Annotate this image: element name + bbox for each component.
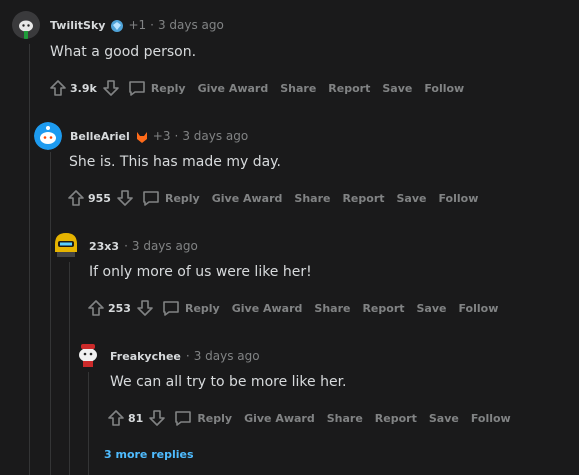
reply-button[interactable]: Reply (151, 82, 186, 95)
avatar[interactable] (12, 11, 40, 39)
award-count[interactable]: +1 (128, 18, 146, 32)
comment-text: She is. This has made my day. (69, 154, 281, 170)
save-button[interactable]: Save (429, 412, 459, 425)
follow-button[interactable]: Follow (458, 302, 498, 315)
thread-line[interactable] (69, 262, 70, 475)
timestamp[interactable]: 3 days ago (132, 239, 198, 253)
comment-text: What a good person. (50, 44, 197, 60)
timestamp[interactable]: 3 days ago (182, 129, 248, 143)
reply-button[interactable]: Reply (185, 302, 220, 315)
upvote-icon[interactable] (66, 188, 86, 208)
timestamp[interactable]: 3 days ago (158, 18, 224, 32)
thread-line[interactable] (50, 152, 51, 475)
share-button[interactable]: Share (280, 82, 316, 95)
follow-button[interactable]: Follow (424, 82, 464, 95)
upvote-icon[interactable] (48, 78, 68, 98)
give-award-button[interactable]: Give Award (212, 192, 283, 205)
helmet-avatar-icon (55, 233, 77, 257)
username[interactable]: BelleAriel (70, 130, 130, 143)
follow-button[interactable]: Follow (471, 412, 511, 425)
follow-button[interactable]: Follow (438, 192, 478, 205)
reply-icon[interactable] (173, 408, 193, 428)
more-replies-link[interactable]: 3 more replies (104, 448, 194, 461)
reply-icon[interactable] (127, 78, 147, 98)
vote-score: 3.9k (70, 81, 97, 95)
thread-line[interactable] (29, 44, 30, 475)
reply-button[interactable]: Reply (165, 192, 200, 205)
separator-dot: · (174, 129, 179, 143)
snoo-avatar-icon (12, 11, 40, 39)
upvote-icon[interactable] (86, 298, 106, 318)
award-count[interactable]: +3 (153, 129, 171, 143)
give-award-button[interactable]: Give Award (232, 302, 303, 315)
avatar[interactable] (52, 230, 80, 258)
downvote-icon[interactable] (135, 298, 155, 318)
thread-line[interactable] (88, 372, 89, 475)
avatar[interactable] (34, 122, 62, 150)
vote-score: 955 (88, 191, 111, 205)
save-button[interactable]: Save (382, 82, 412, 95)
give-award-button[interactable]: Give Award (244, 412, 315, 425)
share-button[interactable]: Share (327, 412, 363, 425)
save-button[interactable]: Save (417, 302, 447, 315)
username[interactable]: 23x3 (89, 240, 119, 253)
share-button[interactable]: Share (294, 192, 330, 205)
share-button[interactable]: Share (314, 302, 350, 315)
snoo-avatar-icon (34, 122, 62, 150)
save-button[interactable]: Save (397, 192, 427, 205)
downvote-icon[interactable] (147, 408, 167, 428)
upvote-icon[interactable] (106, 408, 126, 428)
give-award-button[interactable]: Give Award (198, 82, 269, 95)
username[interactable]: Freakychee (110, 350, 181, 363)
vote-score: 81 (128, 411, 144, 425)
timestamp[interactable]: 3 days ago (194, 349, 260, 363)
comment-text: We can all try to be more like her. (110, 374, 347, 390)
award-badge-icon (110, 18, 124, 32)
report-button[interactable]: Report (362, 302, 404, 315)
downvote-icon[interactable] (101, 78, 121, 98)
reply-icon[interactable] (161, 298, 181, 318)
reply-icon[interactable] (141, 188, 161, 208)
fox-award-icon (135, 129, 149, 143)
snoo-avatar-icon (79, 344, 97, 367)
report-button[interactable]: Report (375, 412, 417, 425)
report-button[interactable]: Report (328, 82, 370, 95)
separator-dot: · (185, 349, 190, 363)
downvote-icon[interactable] (115, 188, 135, 208)
report-button[interactable]: Report (342, 192, 384, 205)
username[interactable]: TwilitSky (50, 19, 105, 32)
vote-score: 253 (108, 301, 131, 315)
comment-text: If only more of us were like her! (89, 264, 312, 280)
reply-button[interactable]: Reply (197, 412, 232, 425)
avatar[interactable] (74, 340, 102, 368)
separator-dot: · (124, 239, 128, 253)
separator-dot: · (150, 18, 154, 32)
